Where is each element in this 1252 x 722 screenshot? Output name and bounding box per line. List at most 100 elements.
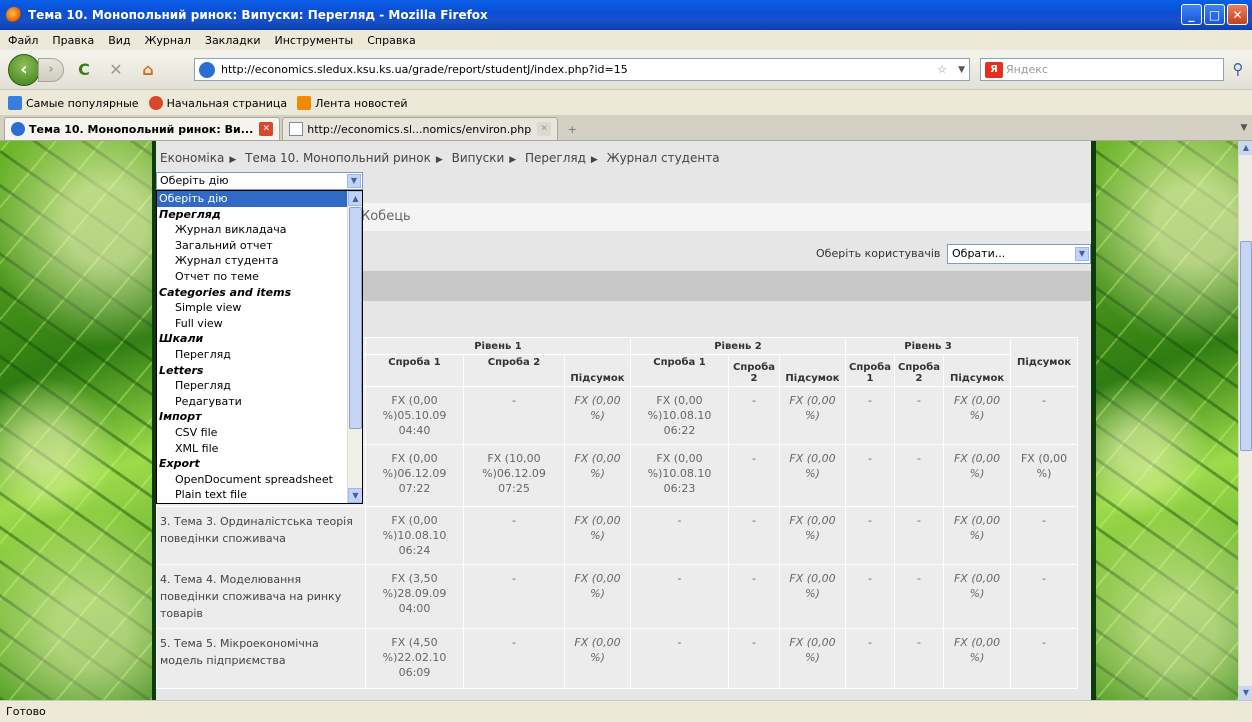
dropdown-option[interactable]: Редагувати [157, 394, 362, 410]
column-header[interactable]: Спроба 2 [894, 354, 945, 387]
dropdown-option[interactable]: Загальний отчет [157, 238, 362, 254]
grade-cell: - [728, 564, 780, 629]
list-scrollbar[interactable]: ▲ ▼ [347, 191, 362, 503]
minimize-button[interactable]: _ [1181, 4, 1202, 25]
select-users-dropdown[interactable]: Обрати... ▼ [947, 244, 1091, 264]
site-identity-icon[interactable] [199, 61, 215, 78]
menu-history[interactable]: Журнал [145, 34, 191, 47]
dropdown-option[interactable]: Отчет по теме [157, 269, 362, 285]
grade-cell: FX (0,00 %)10.08.10 06:22 [630, 386, 729, 445]
bookmark-icon [8, 96, 22, 110]
grade-cell: FX (0,00 %) [779, 564, 846, 629]
new-tab-icon[interactable]: + [560, 119, 584, 140]
breadcrumb-item-current: Журнал студента [606, 151, 720, 165]
dropdown-option[interactable]: CSV file [157, 425, 362, 441]
grade-cell: - [894, 386, 945, 445]
menu-bar: Файл Правка Вид Журнал Закладки Инструме… [0, 30, 1252, 50]
bookmark-start-page[interactable]: Начальная страница [148, 96, 287, 110]
choose-action-select[interactable]: Оберіть дію ▼ [156, 172, 363, 190]
menu-help[interactable]: Справка [367, 34, 415, 47]
window-title-bar[interactable]: Тема 10. Монопольний ринок: Випуски: Пер… [0, 0, 1252, 30]
tab-environ[interactable]: http://economics.sl...nomics/environ.php… [282, 117, 559, 140]
menu-file[interactable]: Файл [8, 34, 38, 47]
dropdown-option[interactable]: XML file [157, 441, 362, 457]
dropdown-option[interactable]: Перегляд [157, 347, 362, 363]
forward-button[interactable]: › [38, 57, 64, 82]
chevron-down-icon[interactable]: ▼ [347, 174, 361, 188]
grade-cell: FX (10,00 %)06.12.09 07:25 [463, 444, 565, 507]
dropdown-option[interactable]: Журнал викладача [157, 222, 362, 238]
grade-cell: FX (0,00 %) [779, 386, 846, 445]
dropdown-option[interactable]: OpenDocument spreadsheet [157, 472, 362, 488]
firefox-logo-icon [6, 7, 22, 23]
dropdown-option[interactable]: Журнал студента [157, 253, 362, 269]
all-tabs-dropdown-icon[interactable]: ▼ [1236, 117, 1252, 139]
scroll-thumb[interactable] [1240, 241, 1252, 451]
dropdown-option[interactable]: Plain text file [157, 487, 362, 503]
breadcrumb-item[interactable]: Економіка [160, 151, 224, 165]
reload-icon[interactable]: C [72, 58, 96, 82]
grade-cell: FX (0,00 %) [779, 628, 846, 689]
url-text: http://economics.sledux.ksu.ks.ua/grade/… [221, 63, 628, 76]
tab-close-icon[interactable]: ✕ [259, 122, 274, 136]
grade-item-name[interactable]: 4. Тема 4. Моделювання поведінки спожива… [156, 564, 366, 629]
dropdown-option[interactable]: Full view [157, 316, 362, 332]
menu-tools[interactable]: Инструменты [275, 34, 354, 47]
column-header[interactable]: Підсумок [943, 354, 1012, 387]
scroll-thumb[interactable] [349, 207, 362, 429]
chevron-down-icon[interactable]: ▼ [1075, 247, 1089, 261]
bookmark-most-visited[interactable]: Самые популярные [8, 96, 139, 110]
action-dropdown-list[interactable]: Оберіть дію Перегляд Журнал викладача Загал… [156, 190, 363, 504]
column-header[interactable]: Спроба 1 [365, 354, 464, 387]
column-header[interactable]: Спроба 1 [630, 354, 729, 387]
close-button[interactable]: ✕ [1227, 4, 1248, 25]
yandex-engine-icon[interactable]: Я [985, 61, 1003, 78]
maximize-button[interactable]: □ [1204, 4, 1225, 25]
bookmark-news-feed[interactable]: Лента новостей [297, 96, 408, 110]
grade-cell: FX (0,00 %) [943, 444, 1012, 507]
column-header-total[interactable]: Підсумок [1010, 337, 1079, 387]
grade-cell: FX (0,00 %) [943, 506, 1012, 565]
tab-grades[interactable]: Тема 10. Монопольний ринок: Ви... ✕ [4, 117, 281, 140]
dropdown-option[interactable]: Оберіть дію [157, 191, 362, 207]
dropdown-option[interactable]: Simple view [157, 300, 362, 316]
dropdown-option[interactable]: Перегляд [157, 378, 362, 394]
home-icon[interactable]: ⌂ [136, 58, 160, 82]
column-header[interactable]: Підсумок [564, 354, 631, 387]
menu-bookmarks[interactable]: Закладки [205, 34, 261, 47]
scroll-down-icon[interactable]: ▼ [1239, 686, 1252, 700]
grade-cell: - [463, 628, 565, 689]
option-group-label: Export [159, 457, 200, 471]
scroll-up-icon[interactable]: ▲ [348, 191, 362, 206]
option-group-label: Categories and items [159, 285, 292, 299]
column-header[interactable]: Підсумок [779, 354, 846, 387]
grade-cell: - [463, 386, 565, 445]
grade-cell: - [844, 564, 896, 629]
option-group-label: Шкали [159, 332, 204, 346]
scroll-down-icon[interactable]: ▼ [348, 488, 362, 503]
menu-edit[interactable]: Правка [52, 34, 94, 47]
grade-cell: FX (0,00 %)10.08.10 06:23 [630, 444, 729, 507]
grade-cell: FX (0,00 %) [564, 628, 631, 689]
breadcrumb-item[interactable]: Випуски [452, 151, 505, 165]
breadcrumb-item[interactable]: Перегляд [525, 151, 586, 165]
breadcrumb-item[interactable]: Тема 10. Монопольний ринок [245, 151, 431, 165]
tab-close-icon[interactable]: ✕ [537, 122, 552, 136]
column-header[interactable]: Спроба 2 [463, 354, 565, 387]
scroll-up-icon[interactable]: ▲ [1239, 141, 1252, 155]
grade-item-name[interactable]: 5. Тема 5. Мікроекономічна модель підпри… [156, 628, 366, 689]
column-header[interactable]: Спроба 2 [728, 354, 780, 387]
grade-cell: - [1010, 506, 1079, 565]
search-input[interactable]: Я Яндекс [980, 58, 1224, 81]
page-scrollbar[interactable]: ▲ ▼ [1238, 141, 1252, 700]
bookmark-star-icon[interactable]: ☆ [937, 63, 947, 76]
column-header[interactable]: Спроба 1 [844, 354, 896, 387]
url-dropdown-icon[interactable]: ▼ [958, 65, 965, 75]
url-bar[interactable]: http://economics.sledux.ksu.ks.ua/grade/… [194, 58, 970, 81]
back-button[interactable]: ‹ [8, 53, 40, 86]
grade-item-name[interactable]: 3. Тема 3. Ординалістська теорія поведін… [156, 506, 366, 565]
bookmarks-toolbar: Самые популярные Начальная страница Лент… [0, 91, 1252, 115]
menu-view[interactable]: Вид [108, 34, 130, 47]
stop-icon[interactable]: ✕ [104, 58, 128, 82]
search-icon[interactable]: ⚲ [1228, 60, 1248, 80]
